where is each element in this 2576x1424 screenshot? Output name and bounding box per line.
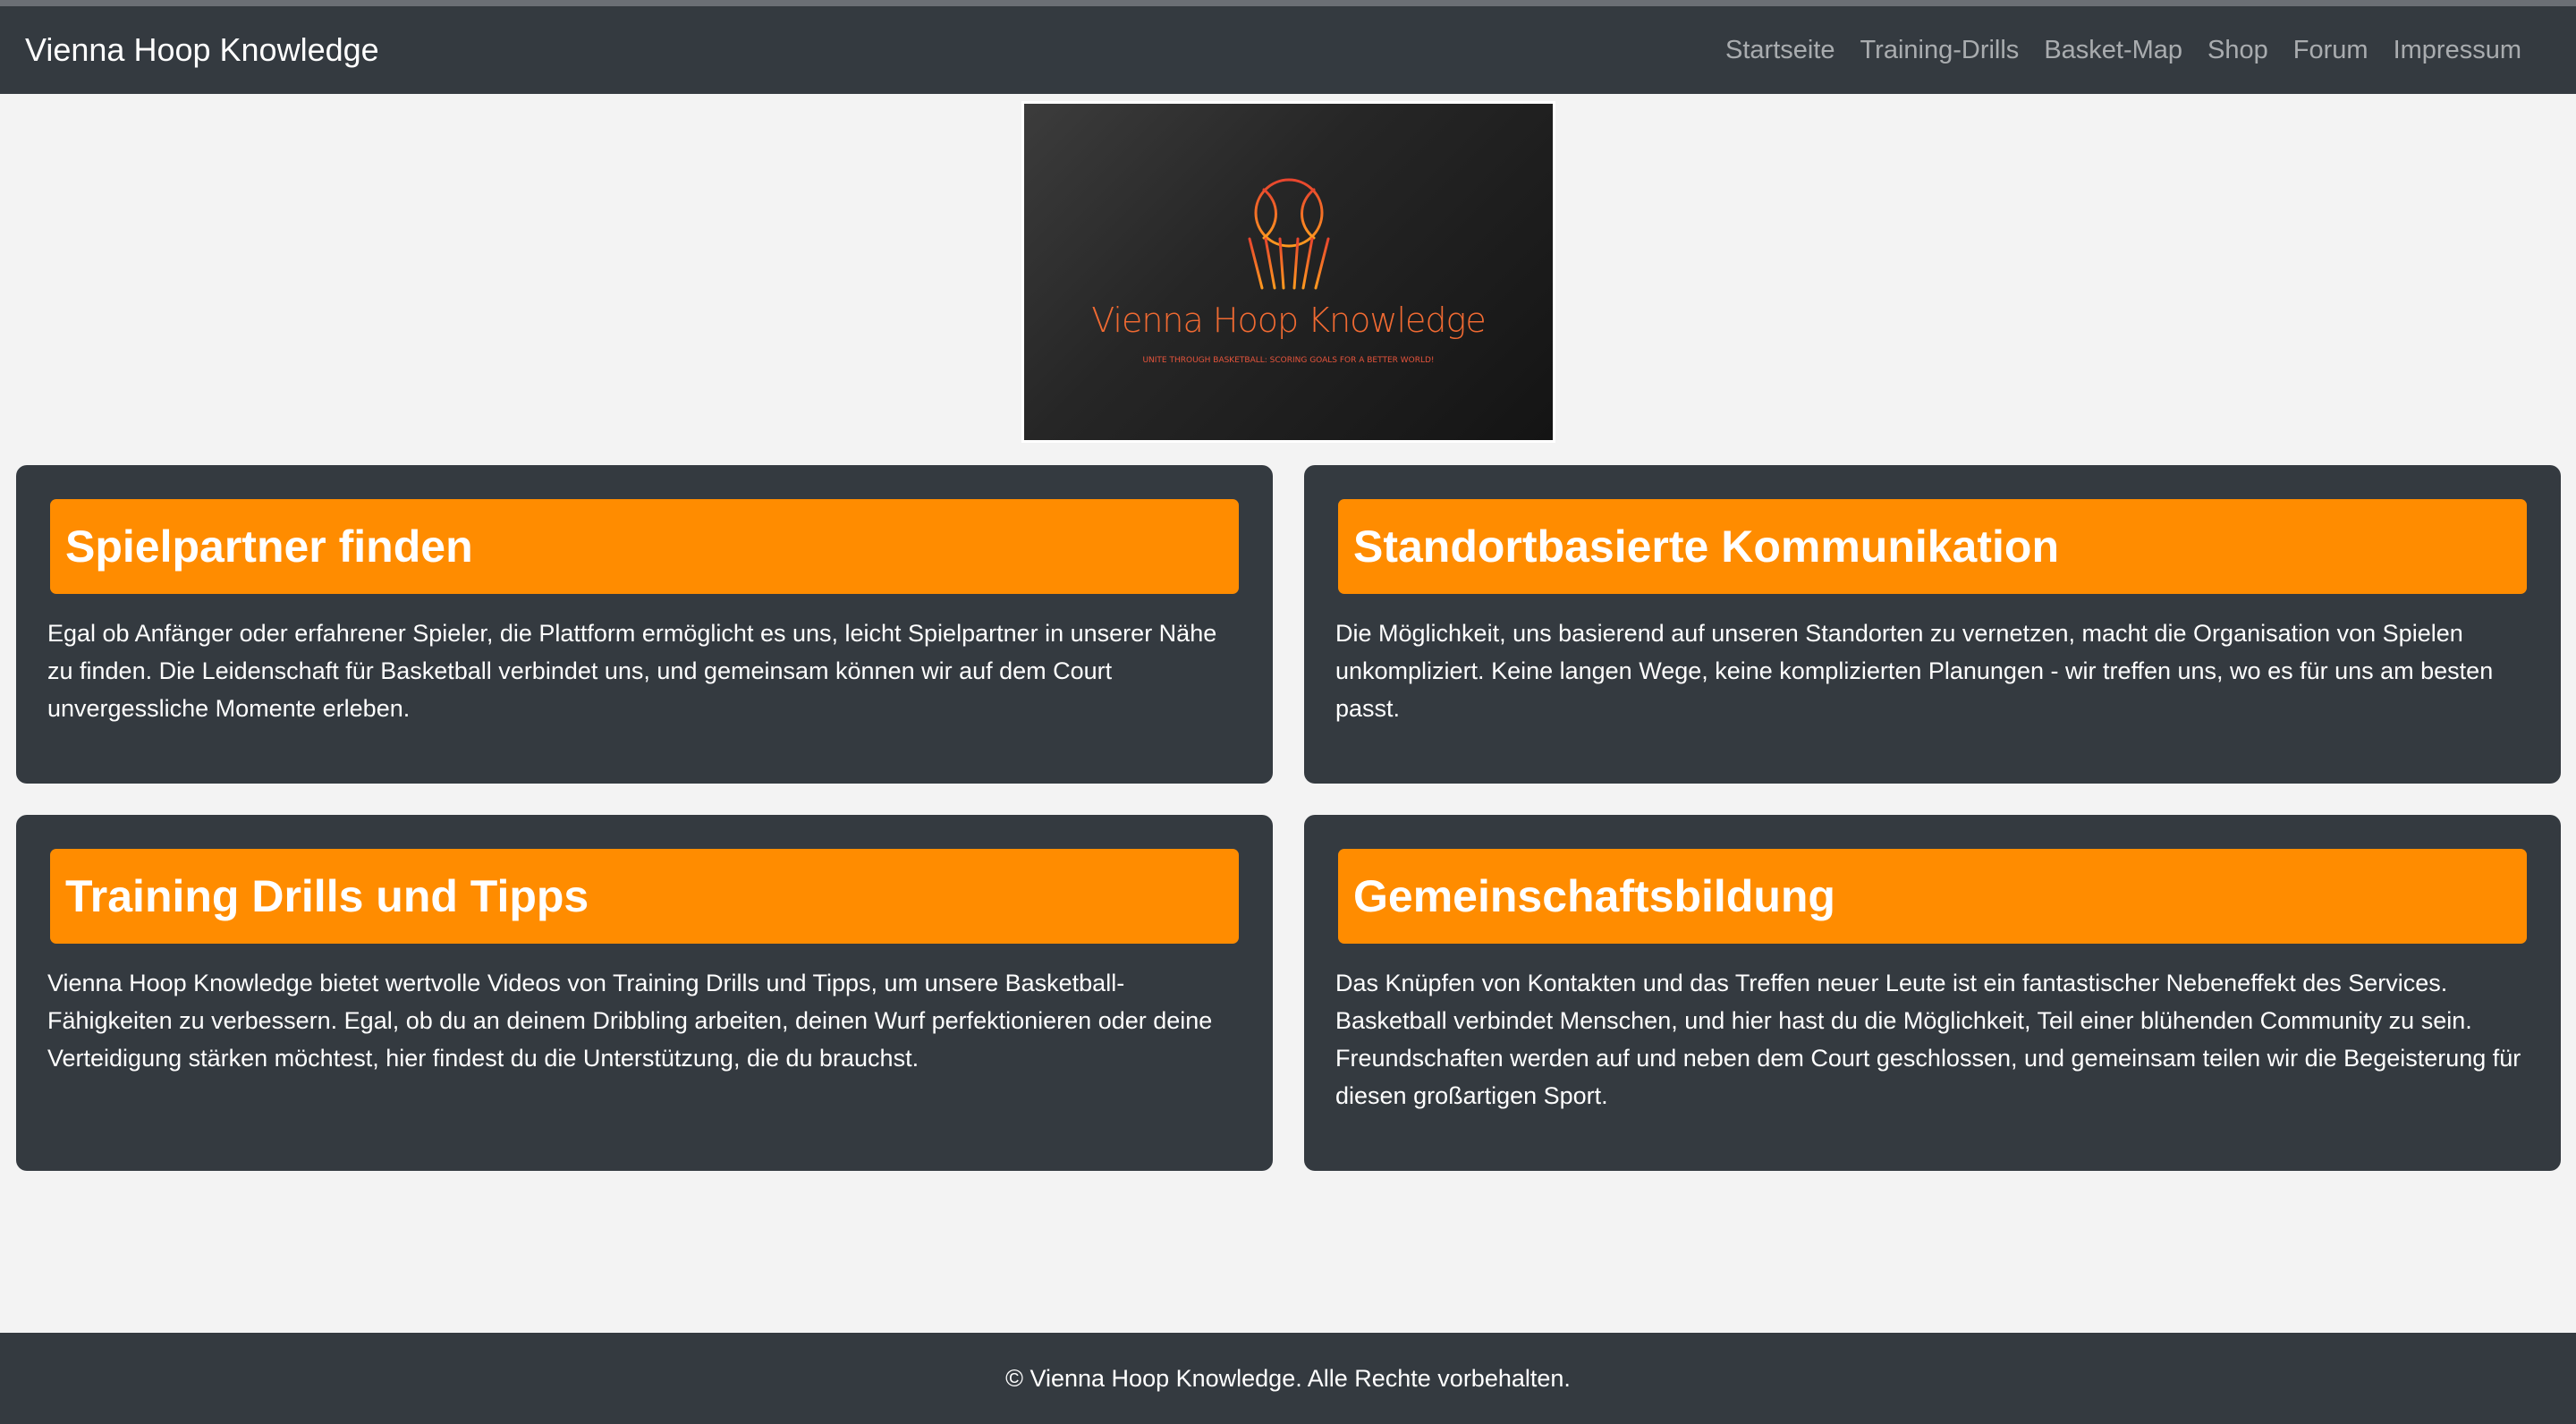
nav-link-impressum[interactable]: Impressum (2394, 36, 2521, 65)
card-text: Vienna Hoop Knowledge bietet wertvolle V… (47, 970, 1213, 1072)
navbar: Vienna Hoop Knowledge Startseite Trainin… (0, 6, 2576, 94)
brand-link[interactable]: Vienna Hoop Knowledge (25, 31, 379, 69)
card-title: Spielpartner finden (65, 521, 473, 572)
card-text: Das Knüpfen von Kontakten und das Treffe… (1335, 970, 2521, 1109)
card-header: Standortbasierte Kommunikation (1338, 499, 2527, 594)
footer-copyright: © Vienna Hoop Knowledge. Alle Rechte vor… (1005, 1364, 1571, 1392)
feature-card-spielpartner: Spielpartner finden Egal ob Anfänger ode… (16, 465, 1273, 784)
nav-link-shop[interactable]: Shop (2207, 36, 2268, 65)
card-header: Training Drills und Tipps (50, 849, 1239, 944)
feature-card-gemeinschaft: Gemeinschaftsbildung Das Knüpfen von Kon… (1304, 815, 2561, 1171)
hero-slogan: UNITE THROUGH BASKETBALL: SCORING GOALS … (1142, 356, 1435, 365)
nav-link-forum[interactable]: Forum (2293, 36, 2368, 65)
nav-links: Startseite Training-Drills Basket-Map Sh… (1700, 36, 2521, 65)
top-border (0, 0, 2576, 6)
basketball-hoop-icon (1242, 178, 1335, 290)
nav-link-training-drills[interactable]: Training-Drills (1860, 36, 2020, 65)
card-header: Spielpartner finden (50, 499, 1239, 594)
hero-title: Vienna Hoop Knowledge (1091, 301, 1486, 340)
feature-card-training: Training Drills und Tipps Vienna Hoop Kn… (16, 815, 1273, 1171)
nav-link-basket-map[interactable]: Basket-Map (2044, 36, 2182, 65)
card-title: Gemeinschaftsbildung (1353, 871, 1835, 921)
card-header: Gemeinschaftsbildung (1338, 849, 2527, 944)
card-text: Egal ob Anfänger oder erfahrener Spieler… (47, 620, 1217, 722)
card-title: Standortbasierte Kommunikation (1353, 521, 2059, 572)
card-text: Die Möglichkeit, uns basierend auf unser… (1335, 620, 2494, 722)
nav-link-startseite[interactable]: Startseite (1725, 36, 1835, 65)
feature-card-standort: Standortbasierte Kommunikation Die Mögli… (1304, 465, 2561, 784)
hero-image: Vienna Hoop Knowledge UNITE THROUGH BASK… (1021, 101, 1555, 443)
footer: © Vienna Hoop Knowledge. Alle Rechte vor… (0, 1333, 2576, 1424)
card-title: Training Drills und Tipps (65, 871, 589, 921)
